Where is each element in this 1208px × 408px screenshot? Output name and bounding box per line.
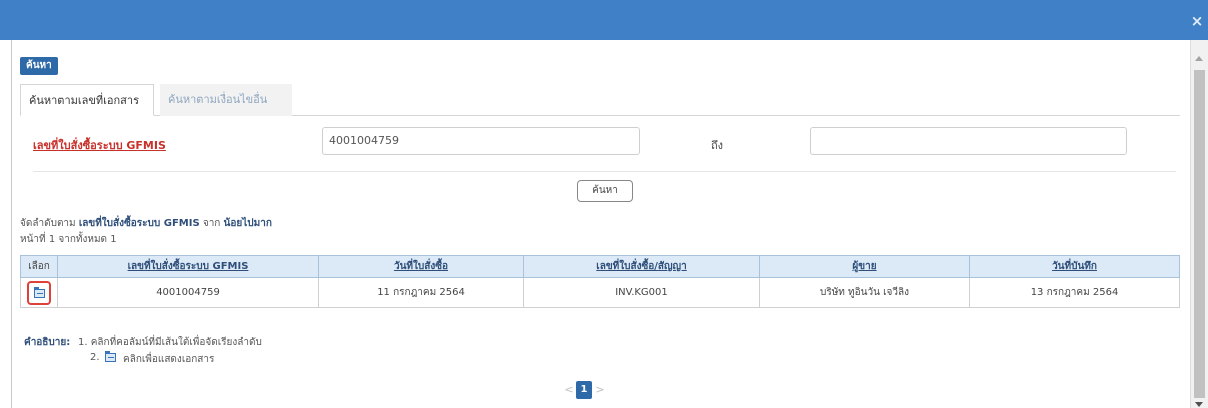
results-table: เลือก เลขที่ใบสั่งซื้อระบบ GFMIS วันที่ใ… xyxy=(20,255,1180,308)
scroll-up-icon[interactable] xyxy=(1195,56,1203,61)
sort-middle: จาก xyxy=(199,218,224,229)
tab-search-by-document-number[interactable]: ค้นหาตามเลขที่เอกสาร xyxy=(20,84,154,116)
legend-item-number: 2. xyxy=(90,352,100,363)
po-from-input[interactable]: 4001004759 xyxy=(322,127,640,155)
search-tabs: ค้นหาตามเลขที่เอกสาร ค้นหาตามเงื่อนไขอื่… xyxy=(20,84,1180,116)
folder-icon xyxy=(105,351,116,362)
page-number-current[interactable]: 1 xyxy=(576,381,592,399)
next-page-icon[interactable]: > xyxy=(595,384,605,396)
column-po-gfmis[interactable]: เลขที่ใบสั่งซื้อระบบ GFMIS xyxy=(57,255,319,278)
cell-record-date: 13 กรกฎาคม 2564 xyxy=(969,277,1180,308)
legend-label: คำอธิบาย: xyxy=(24,337,71,348)
search-button[interactable]: ค้นหา xyxy=(577,180,633,202)
cell-po-gfmis: 4001004759 xyxy=(57,277,319,308)
column-contract-no[interactable]: เลขที่ใบสั่งซื้อ/สัญญา xyxy=(523,255,760,278)
column-select: เลือก xyxy=(20,255,58,278)
sort-order: น้อยไปมาก xyxy=(223,218,272,229)
dialog-left-border xyxy=(11,40,12,408)
cell-contract-no: INV.KG001 xyxy=(523,277,760,308)
vertical-scrollbar[interactable] xyxy=(1190,40,1208,408)
column-vendor[interactable]: ผู้ขาย xyxy=(759,255,970,278)
scroll-thumb[interactable] xyxy=(1194,70,1205,398)
divider xyxy=(33,171,1176,172)
column-po-date[interactable]: วันที่ใบสั่งซื้อ xyxy=(318,255,524,278)
tab-search-by-other-conditions[interactable]: ค้นหาตามเงื่อนไขอื่น xyxy=(160,84,292,116)
legend-item-open: คลิกเพื่อแสดงเอกสาร xyxy=(123,354,215,365)
open-document-button[interactable] xyxy=(27,280,51,305)
po-gfmis-field-label[interactable]: เลขที่ใบสั่งซื้อระบบ GFMIS xyxy=(33,136,166,154)
legend-item-sort: 1. คลิกที่คอลัมน์ที่มีเส้นใต้เพื่อจัดเรี… xyxy=(78,337,262,348)
cell-po-date: 11 กรกฎาคม 2564 xyxy=(318,277,524,308)
to-label: ถึง xyxy=(711,139,724,152)
column-record-date[interactable]: วันที่บันทึก xyxy=(969,255,1180,278)
sort-prefix: จัดลำดับตาม xyxy=(20,218,79,229)
legend-folder-icon xyxy=(104,351,119,363)
scroll-down-icon[interactable] xyxy=(1195,402,1203,407)
folder-icon xyxy=(34,286,45,298)
sort-description: จัดลำดับตาม เลขที่ใบสั่งซื้อระบบ GFMIS จ… xyxy=(20,216,272,231)
po-to-input[interactable] xyxy=(810,127,1127,155)
select-cell xyxy=(20,277,58,308)
dialog-titlebar: × xyxy=(0,0,1208,40)
sort-field: เลขที่ใบสั่งซื้อระบบ GFMIS xyxy=(78,218,200,229)
previous-page-icon[interactable]: < xyxy=(564,384,574,396)
table-row: 4001004759 11 กรกฎาคม 2564 INV.KG001 บริ… xyxy=(20,277,1180,308)
close-icon[interactable]: × xyxy=(1190,14,1204,29)
table-header-row: เลือก เลขที่ใบสั่งซื้อระบบ GFMIS วันที่ใ… xyxy=(20,255,1180,278)
search-section-tag: ค้นหา xyxy=(20,57,58,75)
cell-vendor: บริษัท ทูอินวัน เจวีลิง xyxy=(759,277,970,308)
page-info: หน้าที่ 1 จากทั้งหมด 1 xyxy=(20,234,117,245)
